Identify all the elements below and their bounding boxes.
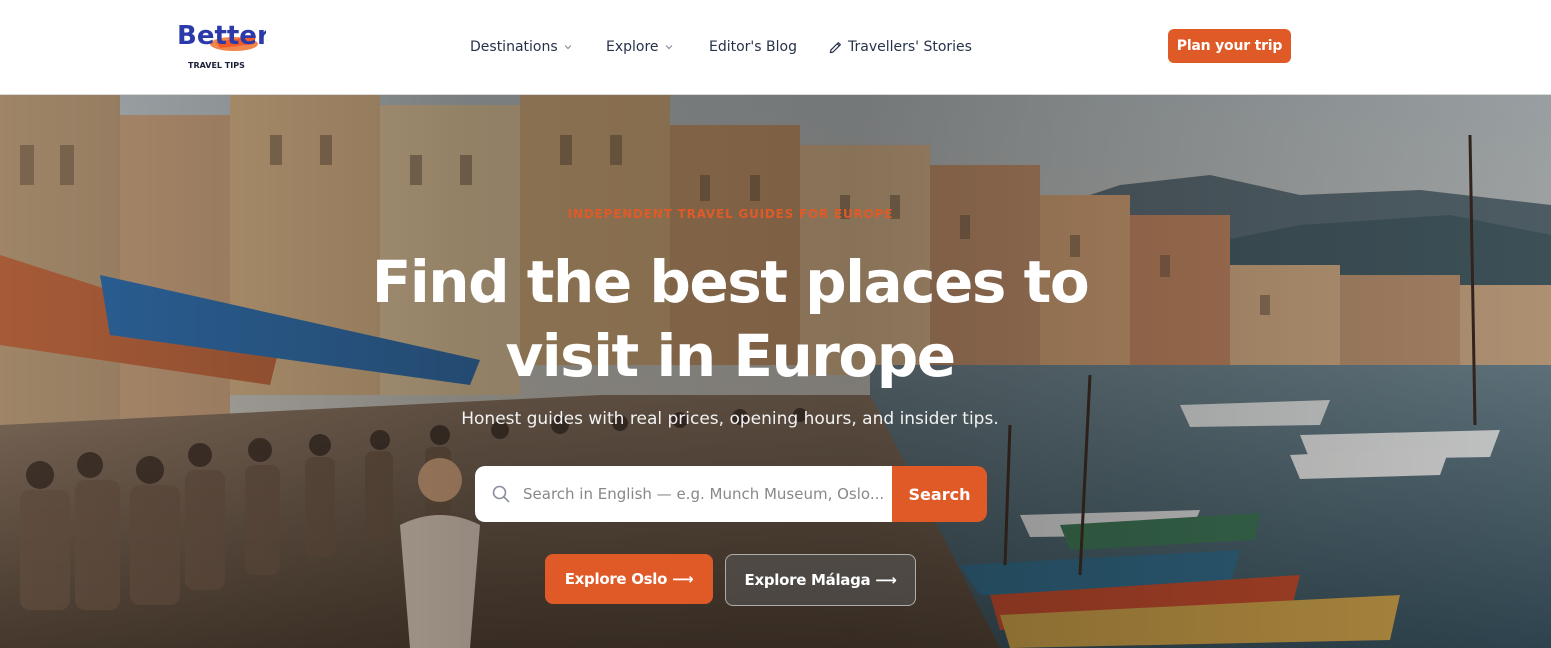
nav-destinations[interactable]: Destinations [470,0,573,94]
site-header: Better TRAVEL TIPS Destinations Explore … [0,0,1551,95]
hero-search-bar: Search [475,466,987,522]
site-logo[interactable]: Better TRAVEL TIPS [176,14,270,74]
nav-editors-blog[interactable]: Editor's Blog [709,0,797,94]
nav-explore[interactable]: Explore [606,0,674,94]
logo-tagline: TRAVEL TIPS [188,61,245,70]
search-input[interactable] [521,484,885,504]
hero-title: Find the best places to visit in Europe [330,245,1130,393]
hero-title-line-1: Find the best places to [371,248,1090,316]
explore-oslo-button[interactable]: Explore Oslo ⟶ [545,554,713,604]
nav-label: Explore [606,39,659,55]
nav-travellers-stories[interactable]: Travellers' Stories [828,0,972,94]
logo-graphic: Better TRAVEL TIPS [177,21,270,70]
chevron-down-icon [564,45,572,50]
hero-subtitle: Honest guides with real prices, opening … [461,409,999,429]
hero-section: INDEPENDENT TRAVEL GUIDES FOR EUROPE Fin… [0,95,1551,648]
search-button[interactable]: Search [892,466,987,522]
hero-title-line-2: visit in Europe [505,322,956,390]
nav-label: Editor's Blog [709,39,797,55]
nav-label: Destinations [470,39,558,55]
nav-label: Travellers' Stories [848,39,972,55]
explore-malaga-button[interactable]: Explore Málaga ⟶ [725,554,916,606]
search-icon [492,485,510,503]
pencil-icon [829,41,841,53]
logo-word: Better [177,21,266,51]
chevron-down-icon [665,45,672,50]
search-field[interactable] [475,466,892,522]
plan-your-trip-button[interactable]: Plan your trip [1168,29,1291,63]
hero-eyebrow: INDEPENDENT TRAVEL GUIDES FOR EUROPE [567,207,894,221]
